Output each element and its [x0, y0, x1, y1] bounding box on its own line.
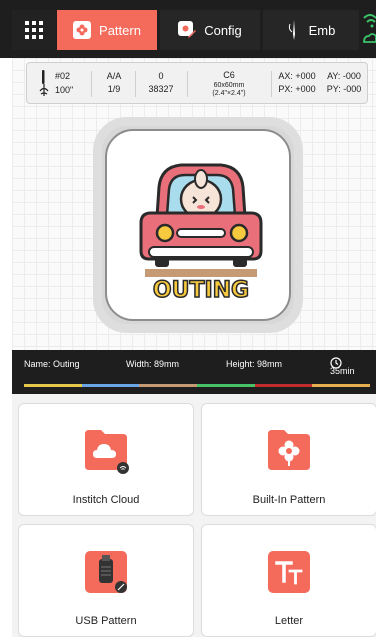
hoop-size: 60x60mm — [213, 81, 245, 89]
needle-bar-icon — [42, 69, 45, 84]
tab-config[interactable]: Config — [160, 10, 260, 50]
usb-pattern-card[interactable]: USB Pattern — [18, 524, 194, 637]
pattern-flower-icon — [73, 21, 92, 39]
thread-color-segment — [312, 384, 371, 387]
tab-config-label: Config — [204, 22, 242, 38]
design-word: OUTING — [153, 278, 249, 303]
thread-color-segment — [197, 384, 255, 387]
flower-folder-icon — [266, 428, 312, 474]
hoop-inches: (2.4"×2.4") — [212, 89, 246, 97]
menu-grid-button[interactable] — [12, 10, 56, 50]
institch-cloud-card[interactable]: Institch Cloud — [18, 403, 194, 516]
needle-speed-col: #02 100" — [33, 63, 87, 103]
ay-py-col: AY: -000 PY: -000 — [321, 63, 367, 103]
speed-icon — [39, 84, 49, 96]
car-design-image: OUTING — [139, 163, 263, 304]
ax-value: AX: +000 — [278, 71, 316, 81]
hoop-code: C6 — [223, 69, 235, 80]
px-value: PX: +000 — [278, 84, 316, 94]
design-info-strip: Name: Outing Width: 89mm Height: 98mm 35… — [12, 350, 376, 378]
divider — [91, 71, 92, 97]
needle-number: #02 — [55, 71, 71, 81]
ax-px-col: AX: +000 PX: +000 — [273, 63, 321, 103]
ratio-col: A/A 1/9 — [93, 63, 135, 103]
config-icon — [178, 21, 197, 39]
tab-pattern-label: Pattern — [99, 22, 141, 38]
built-in-pattern-label: Built-In Pattern — [252, 494, 326, 506]
letter-card[interactable]: Letter — [201, 524, 376, 637]
needle-icon — [287, 20, 301, 40]
divider — [135, 71, 136, 97]
hoop-frame: OUTING — [93, 117, 303, 333]
thread-color-segment — [81, 384, 140, 387]
wifi-cloud-icon[interactable] — [360, 12, 376, 48]
py-value: PY: -000 — [326, 84, 362, 94]
thread-color-bar — [24, 384, 371, 387]
hoop-col: C6 60x60mm (2.4"×2.4") — [189, 63, 269, 103]
grid-icon — [25, 21, 43, 39]
built-in-pattern-card[interactable]: Built-In Pattern — [201, 403, 376, 516]
design-time: 35min — [330, 357, 355, 376]
design-time-value: 35min — [330, 366, 355, 376]
cloud-folder-icon — [83, 428, 129, 474]
design-width: Width: 89mm — [126, 359, 180, 369]
ratio-bottom: 1/9 — [107, 84, 121, 94]
stitch-col: 0 38327 — [137, 63, 185, 103]
design-name: Name: Outing — [24, 359, 80, 369]
divider — [271, 71, 272, 97]
usb-icon — [83, 549, 129, 595]
letter-label: Letter — [274, 615, 304, 627]
design-height: Height: 98mm — [226, 359, 283, 369]
speed-value: 100" — [55, 84, 74, 95]
top-bar: Pattern Config Emb — [0, 0, 376, 58]
tab-emb-label: Emb — [308, 22, 336, 38]
letter-tt-icon — [266, 549, 312, 595]
design-preview[interactable]: OUTING — [105, 129, 291, 321]
usb-pattern-label: USB Pattern — [75, 615, 137, 627]
tab-emb[interactable]: Emb — [263, 10, 359, 50]
ratio-top: A/A — [106, 71, 122, 81]
tab-pattern[interactable]: Pattern — [57, 10, 157, 50]
institch-cloud-label: Institch Cloud — [72, 494, 140, 506]
machine-info-panel: #02 100" A/A 1/9 0 38327 C6 60x60mm (2.4… — [26, 62, 368, 104]
total-stitches: 38327 — [148, 84, 174, 94]
divider — [187, 71, 188, 97]
thread-color-segment — [24, 384, 82, 387]
thread-color-segment — [254, 384, 313, 387]
ay-value: AY: -000 — [327, 71, 361, 81]
thread-color-segment — [139, 384, 198, 387]
current-stitch: 0 — [158, 71, 164, 81]
